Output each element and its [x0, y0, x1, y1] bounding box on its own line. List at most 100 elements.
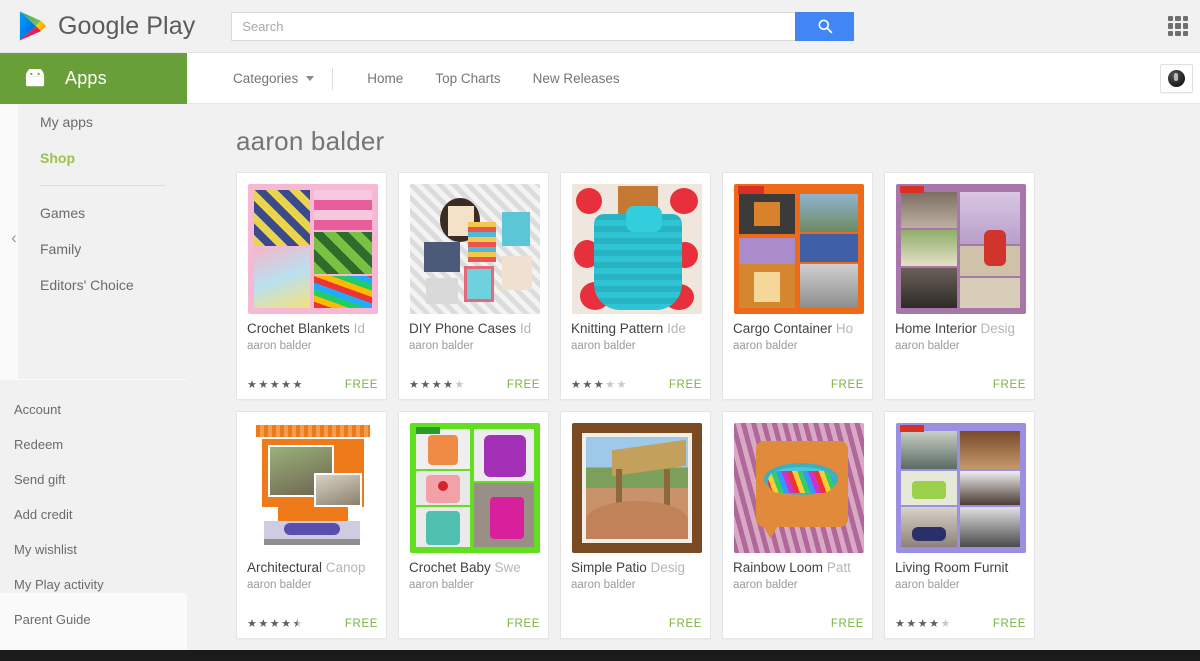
- rating-stars: ★ ★ ★ ★ ★: [409, 378, 464, 391]
- app-price[interactable]: FREE: [669, 379, 702, 391]
- app-title-truncated: Desig: [976, 321, 1016, 336]
- app-price[interactable]: FREE: [345, 379, 378, 391]
- app-title-text: Crochet Baby: [409, 560, 491, 575]
- sidebar-item-my-wishlist[interactable]: My wishlist: [0, 532, 187, 567]
- app-card[interactable]: Rainbow Loom Patt aaron balder FREE: [722, 411, 873, 639]
- nav-link-new-releases[interactable]: New Releases: [517, 71, 636, 86]
- app-title-text: Living Room Furnit: [895, 560, 1009, 575]
- app-title-text: Cargo Container: [733, 321, 833, 336]
- bottom-bar: [0, 650, 1200, 661]
- star-icon: ★: [917, 617, 928, 630]
- app-icon-rainbow-loom: [733, 422, 864, 553]
- app-card-footer: FREE: [399, 618, 550, 630]
- app-card[interactable]: Architectural Canop aaron balder ★ ★ ★ ★ ★ F…: [236, 411, 387, 639]
- star-icon: ★: [420, 378, 431, 391]
- app-card-footer: ★ ★ ★ ★ ★ FREE: [399, 379, 550, 391]
- app-thumbnail-wrap: [885, 412, 1036, 557]
- app-title-truncated: Ide: [663, 321, 686, 336]
- app-price[interactable]: FREE: [993, 618, 1026, 630]
- app-title: Crochet Blankets Id: [237, 320, 386, 338]
- app-thumbnail-wrap: [237, 412, 388, 557]
- sidebar-item-send-gift[interactable]: Send gift: [0, 462, 187, 497]
- app-card-footer: FREE: [723, 618, 874, 630]
- app-card-footer: FREE: [561, 618, 712, 630]
- app-title-text: Architectural: [247, 560, 323, 575]
- sidebar-item-parent-guide[interactable]: Parent Guide: [0, 602, 187, 637]
- star-icon: ★: [593, 378, 604, 391]
- nav-divider: [332, 67, 334, 90]
- search-icon: [818, 19, 833, 34]
- app-price[interactable]: FREE: [669, 618, 702, 630]
- app-title: Home Interior Desig: [885, 320, 1034, 338]
- brand-title: Google Play: [58, 11, 196, 40]
- app-title-truncated: Id: [516, 321, 532, 336]
- sidebar-item-editors-choice[interactable]: Editors' Choice: [18, 267, 187, 303]
- app-thumbnail-wrap: [723, 412, 874, 557]
- star-icon: ★: [247, 617, 257, 630]
- app-developer: aaron balder: [571, 340, 636, 352]
- sidebar-item-games[interactable]: Games: [18, 195, 187, 231]
- app-card[interactable]: Crochet Baby Swe aaron balder FREE: [398, 411, 549, 639]
- nav-link-top-charts[interactable]: Top Charts: [419, 71, 516, 86]
- categories-dropdown[interactable]: Categories: [233, 71, 332, 86]
- search-button[interactable]: [795, 11, 855, 41]
- app-card-grid: Crochet Blankets Id aaron balder ★ ★ ★ ★ ★ F…: [187, 172, 1200, 650]
- app-title: Living Room Furnit: [885, 559, 1034, 577]
- app-card[interactable]: Simple Patio Desig aaron balder FREE: [560, 411, 711, 639]
- app-card[interactable]: Home Interior Desig aaron balder FREE: [884, 172, 1035, 400]
- app-card[interactable]: Knitting Pattern Ide aaron balder ★ ★ ★ ★ ★ …: [560, 172, 711, 400]
- sidebar-item-redeem[interactable]: Redeem: [0, 427, 187, 462]
- star-icon: ★: [929, 617, 939, 630]
- account-avatar-button[interactable]: [1160, 64, 1193, 93]
- app-thumbnail-wrap: [723, 173, 874, 318]
- app-title-text: Home Interior: [895, 321, 977, 336]
- app-card[interactable]: Living Room Furnit aaron balder ★ ★ ★ ★ ★ FR…: [884, 411, 1035, 639]
- sidebar-item-add-credit[interactable]: Add credit: [0, 497, 187, 532]
- app-title: Rainbow Loom Patt: [723, 559, 872, 577]
- star-icon: ★: [281, 617, 291, 630]
- sidebar-item-shop[interactable]: Shop: [18, 140, 187, 176]
- apps-grid-icon[interactable]: [1168, 16, 1188, 36]
- app-price[interactable]: FREE: [831, 379, 864, 391]
- page-title: aaron balder: [236, 126, 385, 156]
- apps-section-tab[interactable]: Apps: [0, 53, 187, 104]
- sidebar-item-my-apps[interactable]: My apps: [18, 104, 187, 140]
- user-avatar-icon: [1168, 70, 1185, 87]
- chevron-down-icon: [306, 76, 315, 81]
- sidebar-nav: My apps Shop Games Family Editors' Choic…: [18, 104, 187, 379]
- app-card[interactable]: DIY Phone Cases Id aaron balder ★ ★ ★ ★ ★ FR…: [398, 172, 549, 400]
- search-input[interactable]: [231, 11, 796, 41]
- app-card-footer: ★ ★ ★ ★ ★ FREE: [885, 618, 1036, 630]
- app-card-footer: ★ ★ ★ ★ ★ FREE: [237, 379, 388, 391]
- app-title-text: Knitting Pattern: [571, 321, 664, 336]
- app-price[interactable]: FREE: [993, 379, 1026, 391]
- chevron-left-icon[interactable]: ‹: [6, 228, 22, 248]
- app-card-footer: FREE: [723, 379, 874, 391]
- star-icon: ★: [906, 617, 917, 630]
- app-price[interactable]: FREE: [507, 618, 540, 630]
- google-play-triangle-icon: [19, 11, 47, 41]
- app-price[interactable]: FREE: [345, 618, 378, 630]
- app-developer: aaron balder: [895, 579, 960, 591]
- nav-link-home[interactable]: Home: [351, 71, 419, 86]
- app-card[interactable]: Cargo Container Ho aaron balder FREE: [722, 172, 873, 400]
- app-title-truncated: Swe: [490, 560, 521, 575]
- star-icon: ★: [292, 617, 303, 630]
- star-icon: ★: [940, 617, 951, 630]
- app-price[interactable]: FREE: [831, 618, 864, 630]
- app-card-footer: ★ ★ ★ ★ ★ FREE: [237, 618, 388, 630]
- sidebar-item-account[interactable]: Account: [0, 392, 187, 427]
- apps-tab-label: Apps: [65, 68, 107, 88]
- app-title: Cargo Container Ho: [723, 320, 872, 338]
- sidebar-item-my-play-activity[interactable]: My Play activity: [0, 567, 187, 602]
- app-title: Simple Patio Desig: [561, 559, 710, 577]
- search-bar: [231, 11, 855, 41]
- app-title: Knitting Pattern Ide: [561, 320, 710, 338]
- sidebar-item-family[interactable]: Family: [18, 231, 187, 267]
- app-icon-architectural-canopy: [247, 422, 378, 553]
- app-developer: aaron balder: [733, 579, 798, 591]
- app-price[interactable]: FREE: [507, 379, 540, 391]
- google-play-brand[interactable]: Google Play: [18, 10, 195, 42]
- app-card[interactable]: Crochet Blankets Id aaron balder ★ ★ ★ ★ ★ F…: [236, 172, 387, 400]
- app-developer: aaron balder: [247, 340, 312, 352]
